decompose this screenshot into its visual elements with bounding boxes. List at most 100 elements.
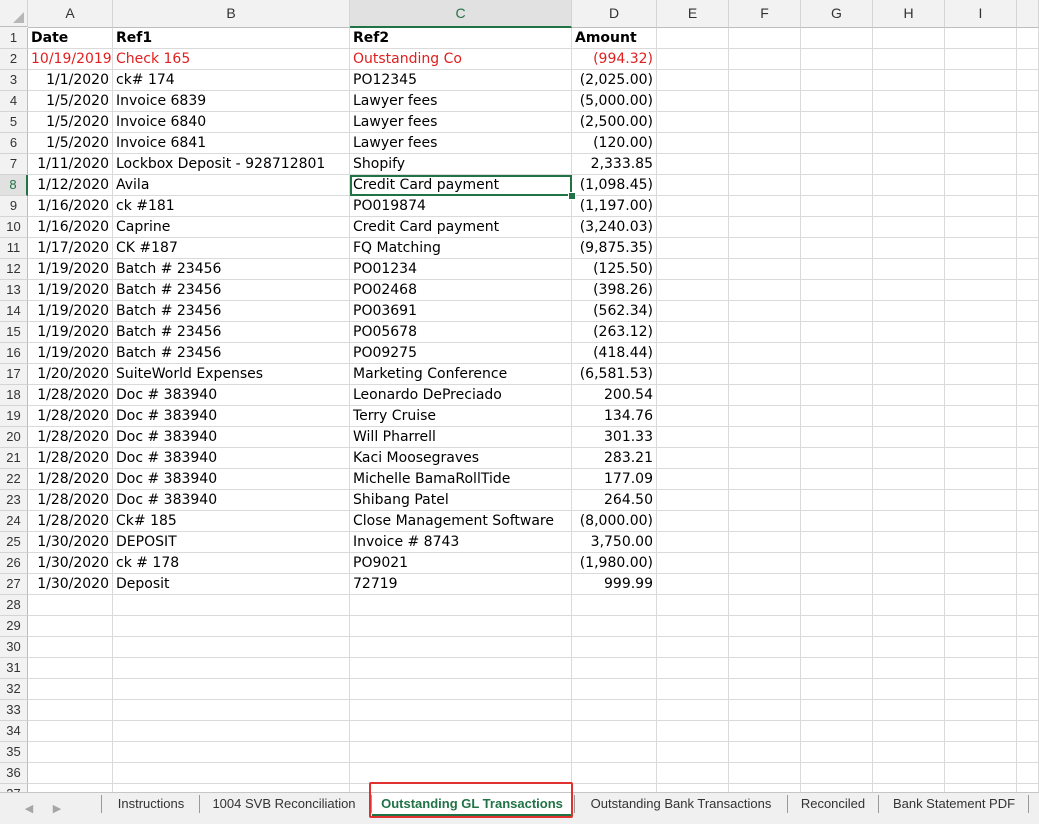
cell-b[interactable] (113, 784, 350, 792)
cell-amount[interactable]: (418.44) (572, 343, 657, 364)
cell-a[interactable] (28, 658, 113, 679)
cell-c[interactable] (350, 679, 572, 700)
cell-i[interactable] (945, 721, 1017, 742)
cell-g[interactable] (801, 784, 873, 792)
cell-e[interactable] (657, 637, 729, 658)
cell-amount[interactable]: 999.99 (572, 574, 657, 595)
row-header-1[interactable]: 1 (0, 28, 28, 49)
cell-e[interactable] (657, 217, 729, 238)
cell-e[interactable] (657, 70, 729, 91)
row-header-19[interactable]: 19 (0, 406, 28, 427)
row-header-28[interactable]: 28 (0, 595, 28, 616)
cell-ref2[interactable]: Kaci Moosegraves (350, 448, 572, 469)
row-header-9[interactable]: 9 (0, 196, 28, 217)
cell-partial[interactable] (1017, 595, 1039, 616)
cell-i[interactable] (945, 49, 1017, 70)
cell-i[interactable] (945, 574, 1017, 595)
cell-e[interactable] (657, 280, 729, 301)
cell-f[interactable] (729, 637, 801, 658)
cell-partial[interactable] (1017, 322, 1039, 343)
cell-e[interactable] (657, 700, 729, 721)
cell-amount[interactable]: (9,875.35) (572, 238, 657, 259)
scroll-left-icon[interactable]: ◀ (20, 799, 38, 819)
cell-date[interactable]: 1/17/2020 (28, 238, 113, 259)
cell-partial[interactable] (1017, 406, 1039, 427)
cell-h[interactable] (873, 175, 945, 196)
cell-f[interactable] (729, 469, 801, 490)
cell-h[interactable] (873, 49, 945, 70)
cell-f[interactable] (729, 364, 801, 385)
cell-c[interactable] (350, 784, 572, 792)
cell-c[interactable] (350, 742, 572, 763)
cell-e[interactable] (657, 406, 729, 427)
cell-g[interactable] (801, 742, 873, 763)
column-header-a[interactable]: A (28, 0, 113, 28)
cell-a[interactable] (28, 637, 113, 658)
cell-partial[interactable] (1017, 280, 1039, 301)
cell-ref2[interactable]: Close Management Software (350, 511, 572, 532)
cell-f[interactable] (729, 721, 801, 742)
cell-partial[interactable] (1017, 784, 1039, 792)
cell-i[interactable] (945, 784, 1017, 792)
cell-e[interactable] (657, 343, 729, 364)
select-all-corner[interactable] (0, 0, 28, 27)
cell-partial[interactable] (1017, 616, 1039, 637)
cell-ref2[interactable]: 72719 (350, 574, 572, 595)
cell-h[interactable] (873, 763, 945, 784)
cell-amount[interactable]: (120.00) (572, 133, 657, 154)
cell-date[interactable]: 1/28/2020 (28, 427, 113, 448)
row-header-16[interactable]: 16 (0, 343, 28, 364)
cell-date[interactable]: 1/28/2020 (28, 448, 113, 469)
cell-i[interactable] (945, 301, 1017, 322)
row-header-3[interactable]: 3 (0, 70, 28, 91)
cell-ref1[interactable]: Caprine (113, 217, 350, 238)
cell-date[interactable]: 1/28/2020 (28, 490, 113, 511)
cell-partial[interactable] (1017, 658, 1039, 679)
row-header-2[interactable]: 2 (0, 49, 28, 70)
row-header-21[interactable]: 21 (0, 448, 28, 469)
cell-e[interactable] (657, 133, 729, 154)
cell-i[interactable] (945, 28, 1017, 49)
cell-h[interactable] (873, 700, 945, 721)
column-header-c[interactable]: C (350, 0, 572, 28)
cell-ref2[interactable]: Shibang Patel (350, 490, 572, 511)
cell-date[interactable]: 1/20/2020 (28, 364, 113, 385)
cell-partial[interactable] (1017, 448, 1039, 469)
cell-h[interactable] (873, 658, 945, 679)
cell-g[interactable] (801, 175, 873, 196)
cell-h[interactable] (873, 322, 945, 343)
cell-partial[interactable] (1017, 700, 1039, 721)
cell-f[interactable] (729, 511, 801, 532)
cell-d[interactable] (572, 595, 657, 616)
cell-i[interactable] (945, 280, 1017, 301)
cell-ref1[interactable]: Doc # 383940 (113, 406, 350, 427)
cell-d[interactable] (572, 721, 657, 742)
cell-i[interactable] (945, 742, 1017, 763)
cell-ref1[interactable]: Batch # 23456 (113, 280, 350, 301)
cell-ref2[interactable]: PO019874 (350, 196, 572, 217)
cell-h[interactable] (873, 196, 945, 217)
cell-a[interactable] (28, 763, 113, 784)
cell-h[interactable] (873, 133, 945, 154)
cell-h[interactable] (873, 343, 945, 364)
cell-g[interactable] (801, 49, 873, 70)
cell-e[interactable] (657, 595, 729, 616)
sheet-tab-instructions[interactable]: Instructions (102, 793, 200, 816)
cell-c[interactable] (350, 658, 572, 679)
cell-partial[interactable] (1017, 763, 1039, 784)
cell-ref2[interactable]: Lawyer fees (350, 112, 572, 133)
cell-h[interactable] (873, 616, 945, 637)
cell-g[interactable] (801, 427, 873, 448)
cell-ref2[interactable]: Will Pharrell (350, 427, 572, 448)
cell-amount[interactable]: (1,197.00) (572, 196, 657, 217)
cell-e[interactable] (657, 259, 729, 280)
cell-ref2[interactable]: PO05678 (350, 322, 572, 343)
cell-d[interactable] (572, 658, 657, 679)
cell-ref2[interactable]: Lawyer fees (350, 91, 572, 112)
cell-amount[interactable]: (263.12) (572, 322, 657, 343)
cell-g[interactable] (801, 700, 873, 721)
cell-f[interactable] (729, 112, 801, 133)
cell-b[interactable] (113, 658, 350, 679)
cell-g[interactable] (801, 637, 873, 658)
cell-f[interactable] (729, 490, 801, 511)
